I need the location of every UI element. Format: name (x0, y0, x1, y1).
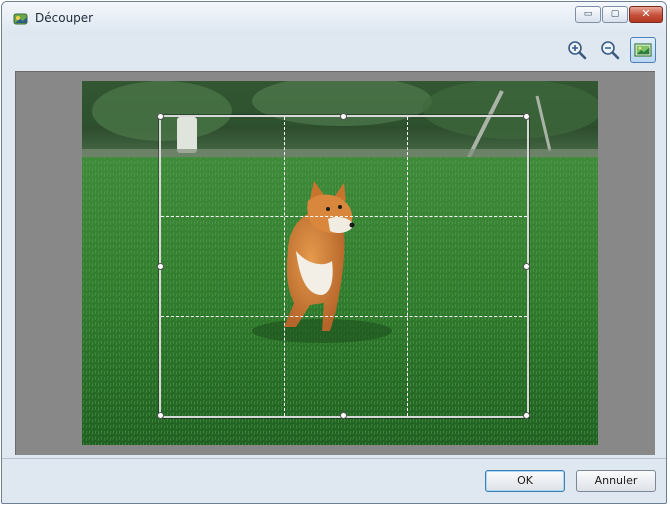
window-title: Découper (35, 11, 94, 25)
crop-handle-left[interactable] (157, 262, 164, 270)
grid-line-horizontal-2 (161, 316, 527, 317)
zoom-in-icon (568, 41, 587, 60)
close-button[interactable]: ✕ (629, 6, 663, 23)
maximize-icon: ▢ (610, 9, 620, 19)
crop-handle-top[interactable] (340, 113, 347, 120)
maximize-button[interactable]: ▢ (602, 6, 628, 23)
zoom-out-button[interactable] (598, 38, 622, 62)
crop-app-icon (13, 11, 29, 25)
crop-dialog: Découper ▭ ▢ ✕ OK Annuler (1, 1, 667, 504)
preview-area (15, 71, 655, 455)
crop-handle-bottom[interactable] (340, 412, 347, 419)
close-icon: ✕ (641, 7, 651, 20)
toolbar (2, 34, 666, 68)
title-bar[interactable]: Découper ▭ ▢ ✕ (2, 2, 666, 34)
grid-line-vertical-2 (407, 117, 408, 416)
grid-line-vertical-1 (284, 117, 285, 416)
preview-photo[interactable] (82, 81, 598, 445)
dialog-footer: OK Annuler (2, 458, 666, 503)
zoom-out-icon (601, 41, 620, 60)
crop-handle-bottom-right[interactable] (523, 412, 530, 419)
crop-handle-top-left[interactable] (157, 113, 164, 120)
crop-handle-top-right[interactable] (523, 113, 530, 120)
fit-to-window-button[interactable] (630, 37, 656, 63)
ok-button[interactable]: OK (485, 470, 565, 492)
image-fit-icon (634, 43, 652, 57)
crop-frame[interactable] (157, 113, 530, 419)
grid-line-horizontal-1 (161, 216, 527, 217)
crop-handle-right[interactable] (523, 262, 530, 270)
crop-handle-bottom-left[interactable] (157, 412, 164, 419)
cancel-button[interactable]: Annuler (576, 470, 656, 492)
minimize-button[interactable]: ▭ (575, 6, 601, 23)
zoom-in-button[interactable] (565, 38, 589, 62)
minimize-icon: ▭ (583, 9, 593, 19)
